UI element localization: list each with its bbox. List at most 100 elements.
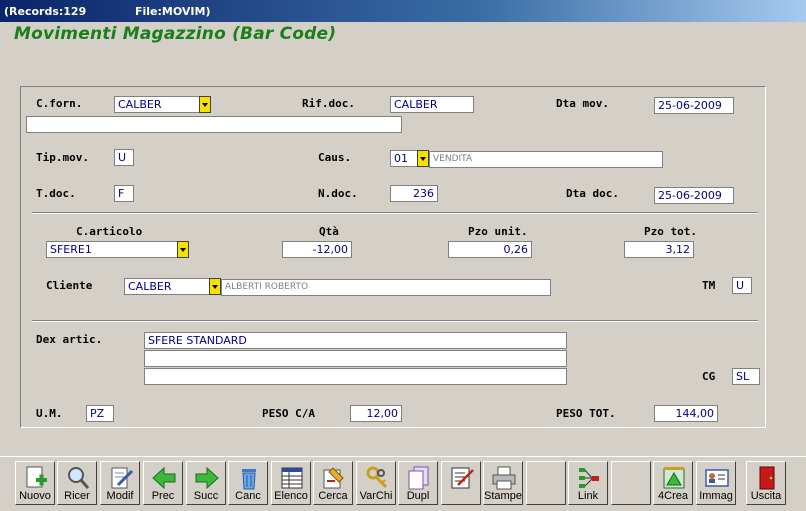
peso-ca-label: PESO C/A xyxy=(262,407,315,420)
dex-artic-line2-field[interactable] xyxy=(144,350,567,367)
divider xyxy=(32,320,758,322)
stampe-button[interactable]: Stampe xyxy=(483,461,523,505)
um-field[interactable]: PZ xyxy=(86,405,114,422)
pzo-unit-field[interactable]: 0,26 xyxy=(448,241,532,258)
immag-label: Immag xyxy=(699,490,733,502)
crea-label: 4Crea xyxy=(658,490,688,502)
t-doc-field[interactable]: F xyxy=(114,185,134,202)
pzo-tot-field[interactable]: 3,12 xyxy=(624,241,694,258)
caus-dropdown-button[interactable] xyxy=(417,150,429,167)
cliente-label: Cliente xyxy=(46,279,93,292)
uscita-button[interactable]: Uscita xyxy=(746,461,786,505)
title-bar: (Records:129 File:MOVIM) xyxy=(0,0,806,22)
peso-tot-field[interactable]: 144,00 xyxy=(654,405,718,422)
magnifier-icon xyxy=(68,467,90,489)
prec-label: Prec xyxy=(151,490,175,502)
create-icon xyxy=(663,467,685,489)
c-articolo-field[interactable]: SFERE1 xyxy=(46,241,178,258)
succ-label: Succ xyxy=(193,490,219,502)
dex-artic-label: Dex artic. xyxy=(36,333,103,346)
link-button[interactable]: Link xyxy=(568,461,608,505)
checklist-icon xyxy=(451,467,474,489)
notes-button[interactable] xyxy=(441,461,481,505)
cerca-label: Cerca xyxy=(318,490,348,502)
tip-mov-label: Tip.mov. xyxy=(36,151,89,164)
page-title: Movimenti Magazzino (Bar Code) xyxy=(14,24,337,44)
arrow-right-icon xyxy=(195,466,219,490)
file-name: File:MOVIM) xyxy=(135,5,211,18)
cerca-button[interactable]: Cerca xyxy=(313,461,353,505)
id-card-icon xyxy=(705,469,729,487)
caus-description: VENDITA xyxy=(429,151,663,168)
ricer-button[interactable]: Ricer xyxy=(57,461,97,505)
empty-button-2[interactable] xyxy=(611,461,651,505)
find-icon xyxy=(323,467,344,489)
caus-field[interactable]: 01 xyxy=(390,150,418,167)
c-forn-label: C.forn. xyxy=(36,97,83,110)
cg-label: CG xyxy=(702,370,716,383)
nuovo-label: Nuovo xyxy=(19,490,51,502)
pzo-tot-label: Pzo tot. xyxy=(644,225,697,238)
rif-doc-label: Rif.doc. xyxy=(302,97,355,110)
dupl-button[interactable]: Dupl xyxy=(398,461,438,505)
trash-icon xyxy=(242,469,256,490)
new-document-icon xyxy=(26,466,47,488)
crea-button[interactable]: 4Crea xyxy=(653,461,693,505)
cliente-field[interactable]: CALBER xyxy=(124,278,210,295)
immag-button[interactable]: Immag xyxy=(696,461,736,505)
supplier-name-field[interactable] xyxy=(26,116,402,133)
c-forn-dropdown-button[interactable] xyxy=(199,96,211,113)
dta-mov-field[interactable]: 25-06-2009 xyxy=(654,97,734,114)
modif-label: Modif xyxy=(106,490,134,502)
edit-document-icon xyxy=(111,467,134,489)
duplicate-icon xyxy=(408,466,429,490)
rif-doc-field[interactable]: CALBER xyxy=(390,96,474,113)
tm-field[interactable]: U xyxy=(732,277,752,294)
elenco-label: Elenco xyxy=(274,490,308,502)
c-articolo-dropdown-button[interactable] xyxy=(177,241,189,258)
succ-button[interactable]: Succ xyxy=(186,461,226,505)
exit-door-icon xyxy=(759,466,775,490)
toolbar: Nuovo Ricer Modif Prec Succ Canc Elenco … xyxy=(0,456,806,511)
dta-doc-label: Dta doc. xyxy=(566,187,619,200)
canc-button[interactable]: Canc xyxy=(228,461,268,505)
peso-ca-field[interactable]: 12,00 xyxy=(350,405,402,422)
qta-field[interactable]: -12,00 xyxy=(282,241,352,258)
records-count: (Records:129 xyxy=(4,5,87,18)
cg-field[interactable]: SL xyxy=(732,368,760,385)
varchi-label: VarChi xyxy=(359,490,393,502)
keys-icon xyxy=(366,466,388,489)
stampe-label: Stampe xyxy=(484,490,522,502)
cliente-description: ALBERTI ROBERTO xyxy=(221,279,551,296)
c-forn-field[interactable]: CALBER xyxy=(114,96,200,113)
canc-label: Canc xyxy=(235,490,261,502)
varchi-button[interactable]: VarChi xyxy=(356,461,396,505)
tip-mov-field[interactable]: U xyxy=(114,149,134,166)
nuovo-button[interactable]: Nuovo xyxy=(15,461,55,505)
network-link-icon xyxy=(579,468,599,488)
peso-tot-label: PESO TOT. xyxy=(556,407,616,420)
dta-doc-field[interactable]: 25-06-2009 xyxy=(654,187,734,204)
um-label: U.M. xyxy=(36,407,63,420)
prec-button[interactable]: Prec xyxy=(143,461,183,505)
dex-artic-line3-field[interactable] xyxy=(144,368,567,385)
pzo-unit-label: Pzo unit. xyxy=(468,225,528,238)
tm-label: TM xyxy=(702,279,716,292)
caus-label: Caus. xyxy=(318,151,352,164)
ricer-label: Ricer xyxy=(64,490,90,502)
dex-artic-line1-field[interactable]: SFERE STANDARD xyxy=(144,332,567,349)
uscita-label: Uscita xyxy=(750,490,782,502)
list-table-icon xyxy=(281,467,303,489)
t-doc-label: T.doc. xyxy=(36,187,76,200)
cliente-dropdown-button[interactable] xyxy=(209,278,221,295)
dta-mov-label: Dta mov. xyxy=(556,97,609,110)
arrow-left-icon xyxy=(152,466,176,490)
modif-button[interactable]: Modif xyxy=(100,461,140,505)
empty-button-1[interactable] xyxy=(526,461,566,505)
divider xyxy=(32,212,758,214)
n-doc-field[interactable]: 236 xyxy=(390,185,438,202)
link-label: Link xyxy=(577,490,599,502)
dupl-label: Dupl xyxy=(406,490,430,502)
printer-icon xyxy=(492,466,516,490)
elenco-button[interactable]: Elenco xyxy=(271,461,311,505)
